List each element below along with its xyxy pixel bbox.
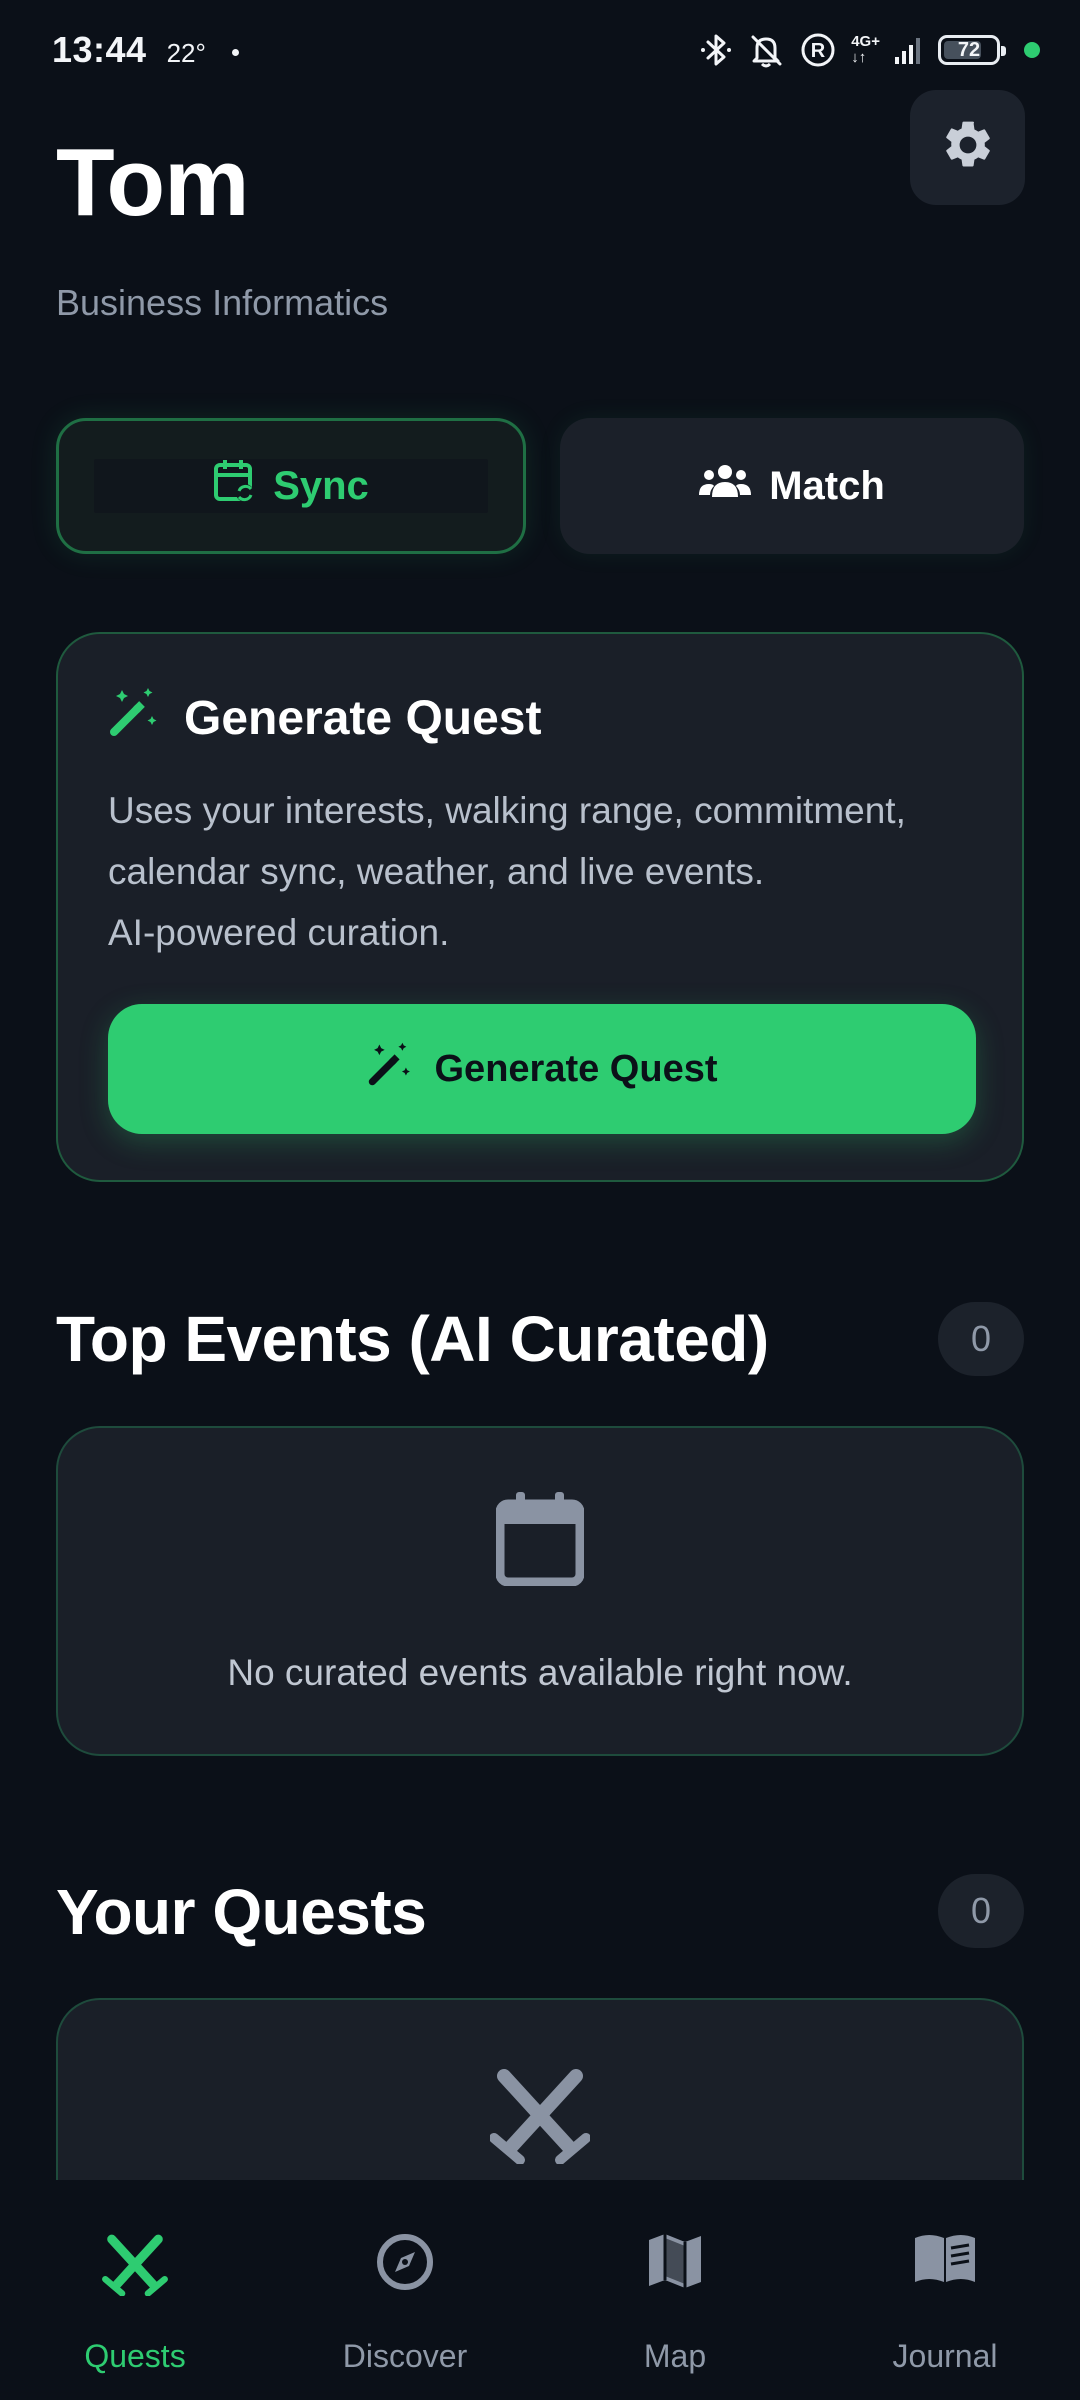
nav-label-quests: Quests [84,2338,186,2374]
description-line: calendar sync, weather, and live events. [108,851,765,892]
nav-label-journal: Journal [892,2338,998,2374]
nav-item-journal[interactable]: Journal [810,2180,1080,2400]
roaming-icon: R [799,31,837,69]
sync-button[interactable]: Sync [56,418,526,554]
nav-item-map[interactable]: Map [540,2180,810,2400]
action-buttons: Sync Match [56,418,1024,554]
magic-wand-icon [108,686,160,750]
top-events-heading: Top Events (AI Curated) [56,1303,769,1375]
generate-quest-title: Generate Quest [184,691,542,745]
nav-item-quests[interactable]: Quests [0,2180,270,2400]
battery-level: 72 [957,38,981,61]
compass-icon [375,2232,435,2297]
your-quests-heading: Your Quests [56,1876,427,1948]
generate-quest-button-label: Generate Quest [434,1047,718,1090]
nav-label-map: Map [643,2338,707,2374]
bottom-navigation: Quests Discover Map Journal [0,2180,1080,2400]
status-bar: 13:44 22° R 4G+ ↓↑ 72 [0,0,1080,100]
generate-quest-description: Uses your interests, walking range, comm… [108,780,988,963]
network-indicator: 4G+ ↓↑ [851,34,880,66]
battery-indicator: 72 [938,35,1006,65]
gear-icon [940,117,996,178]
status-temperature: 22° [166,38,206,68]
notification-dot [231,49,239,56]
network-type: 4G+ [851,33,880,50]
profile-name: Tom [56,129,250,236]
settings-button[interactable] [910,90,1025,205]
description-line: Uses your interests, walking range, comm… [108,790,906,831]
nav-item-discover[interactable]: Discover [270,2180,540,2400]
description-line: AI-powered curation. [108,912,450,953]
profile-subtitle: Business Informatics [56,282,389,323]
people-icon [699,463,752,509]
bell-off-icon [747,31,785,69]
top-events-empty-text: No curated events available right now. [227,1652,853,1693]
your-quests-count: 0 [938,1874,1024,1948]
calendar-icon [495,1490,585,1591]
network-activity: ↓↑ [851,49,867,66]
generate-quest-card: Generate Quest Uses your interests, walk… [56,632,1024,1182]
generate-quest-button[interactable]: Generate Quest [108,1004,976,1134]
bluetooth-icon [699,31,733,69]
book-icon [913,2232,977,2289]
generate-quest-heading: Generate Quest [108,686,541,750]
nav-label-discover: Discover [342,2338,468,2374]
top-events-empty-card: No curated events available right now. [56,1426,1024,1756]
top-events-count: 0 [938,1302,1024,1376]
match-button[interactable]: Match [560,418,1024,554]
magic-wand-icon [367,1041,413,1097]
sync-button-content: Sync [94,459,488,513]
signal-icon [894,35,924,65]
map-icon [647,2232,703,2295]
status-bar-right: R 4G+ ↓↑ 72 [699,31,1040,69]
crossed-swords-icon [489,2068,591,2169]
status-time: 13:44 [52,29,147,70]
crossed-swords-icon [102,2234,168,2301]
svg-text:R: R [811,40,826,62]
match-label: Match [769,463,885,508]
sync-label: Sync [273,463,369,508]
calendar-sync-icon [213,457,257,515]
privacy-indicator-dot [1024,42,1040,58]
status-bar-left: 13:44 22° [52,29,239,71]
